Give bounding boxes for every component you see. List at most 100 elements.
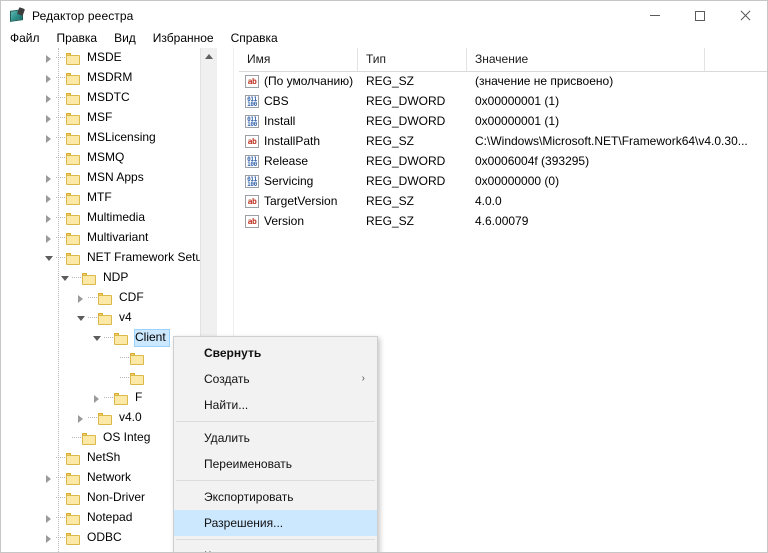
tree-item[interactable]: MSDE [1,48,217,68]
folder-icon [66,512,81,525]
tree-expand-icon[interactable] [41,528,56,548]
tree-item-label: MSN Apps [86,169,148,187]
tree-item[interactable]: MSF [1,108,217,128]
column-header-value[interactable]: Значение [467,48,705,71]
tree-item[interactable]: Multivariant [1,228,217,248]
value-row[interactable]: 011100CBSREG_DWORD0x00000001 (1) [239,91,768,111]
tree-item[interactable]: NET Framework Setup [1,248,217,268]
tree-expand-icon[interactable] [41,48,56,68]
context-menu-item[interactable]: Переименовать [174,451,377,477]
column-header-name[interactable]: Имя [239,48,358,71]
value-row[interactable]: ab(По умолчанию)REG_SZ(значение не присв… [239,71,768,91]
tree-scroll-up-button[interactable] [201,48,217,65]
tree-collapse-icon[interactable] [41,248,56,268]
tree-expand-icon[interactable] [41,108,56,128]
tree-item[interactable]: MSLicensing [1,128,217,148]
tree-expand-icon[interactable] [41,548,56,553]
context-menu-item[interactable]: Разрешения... [174,510,377,536]
folder-icon [66,232,81,245]
context-menu-item[interactable]: Удалить [174,425,377,451]
tree-connector [88,297,97,299]
value-row[interactable]: abInstallPathREG_SZC:\Windows\Microsoft.… [239,131,768,151]
folder-icon [66,132,81,145]
tree-item[interactable]: MSN Apps [1,168,217,188]
value-name: InstallPath [264,134,320,148]
tree-expand-icon[interactable] [41,228,56,248]
values-list: ab(По умолчанию)REG_SZ(значение не присв… [239,71,768,231]
tree-item[interactable]: Multimedia [1,208,217,228]
maximize-icon [695,11,705,21]
tree-expand-icon[interactable] [41,168,56,188]
value-data-cell: 0x0006004f (393295) [467,154,767,168]
tree-connector [120,377,129,379]
tree-expand-icon[interactable] [73,288,88,308]
tree-item[interactable]: MTF [1,188,217,208]
close-button[interactable] [722,1,767,30]
maximize-button[interactable] [677,1,722,30]
menu-item-view[interactable]: Вид [114,29,144,47]
menu-item-edit[interactable]: Правка [57,29,106,47]
title-bar: Редактор реестра [1,1,767,30]
tree-expand-icon[interactable] [41,68,56,88]
value-name-cell: 011100Release [239,154,358,168]
menu-item-file[interactable]: Файл [10,29,48,47]
tree-item-label: NET Framework Setup [86,249,213,267]
value-data-cell: C:\Windows\Microsoft.NET\Framework64\v4.… [467,134,767,148]
context-menu-item[interactable]: Найти... [174,392,377,418]
dword-value-icon: 011100 [245,115,259,128]
folder-icon [98,312,113,325]
tree-connector [88,417,97,419]
tree-expand-icon[interactable] [41,128,56,148]
value-row[interactable]: 011100ServicingREG_DWORD0x00000000 (0) [239,171,768,191]
tree-expand-icon[interactable] [41,188,56,208]
context-menu-item-label: Свернуть [204,346,261,360]
tree-expand-icon[interactable] [41,508,56,528]
minimize-button[interactable] [632,1,677,30]
folder-icon [82,432,97,445]
value-row[interactable]: abTargetVersionREG_SZ4.0.0 [239,191,768,211]
context-menu-item[interactable]: Свернуть [174,340,377,366]
tree-item[interactable]: CDF [1,288,217,308]
tree-expand-icon[interactable] [41,208,56,228]
value-row[interactable]: 011100ReleaseREG_DWORD0x0006004f (393295… [239,151,768,171]
column-header-type[interactable]: Тип [358,48,467,71]
value-row[interactable]: 011100InstallREG_DWORD0x00000001 (1) [239,111,768,131]
tree-collapse-icon[interactable] [89,328,104,348]
context-menu-item[interactable]: Экспортировать [174,484,377,510]
tree-item[interactable]: MSMQ [1,148,217,168]
folder-icon [114,392,129,405]
tree-collapse-icon[interactable] [57,268,72,288]
value-data-cell: 0x00000001 (1) [467,114,767,128]
tree-collapse-icon[interactable] [73,308,88,328]
tree-expand-icon[interactable] [73,408,88,428]
menu-item-help[interactable]: Справка [231,29,286,47]
tree-item[interactable]: NDP [1,268,217,288]
tree-expand-icon[interactable] [41,88,56,108]
tree-scroll-thumb[interactable] [201,65,217,185]
value-data-cell: 0x00000001 (1) [467,94,767,108]
tree-item[interactable]: MSDRM [1,68,217,88]
dword-value-icon: 011100 [245,95,259,108]
menu-bar: Файл Правка Вид Избранное Справка [1,27,767,48]
tree-expand-icon[interactable] [41,468,56,488]
tree-expand-icon[interactable] [89,388,104,408]
context-menu-item-label: Переименовать [204,457,292,471]
context-menu-item-label: Найти... [204,398,248,412]
context-menu-item[interactable]: Копировать имя раздела [174,543,377,553]
context-menu-item[interactable]: Создать› [174,366,377,392]
tree-item-label [150,357,155,360]
folder-icon [66,152,81,165]
folder-icon [66,112,81,125]
string-value-icon: ab [245,195,259,208]
tree-item[interactable]: v4 [1,308,217,328]
dword-value-icon: 011100 [245,175,259,188]
value-row[interactable]: abVersionREG_SZ4.6.00079 [239,211,768,231]
tree-item-label: CDF [118,289,148,307]
folder-icon [98,292,113,305]
tree-item[interactable]: MSDTC [1,88,217,108]
tree-guide-line [58,48,59,553]
folder-icon [66,472,81,485]
tree-item-label: Multivariant [86,229,152,247]
menu-item-favorites[interactable]: Избранное [153,29,222,47]
folder-icon [66,192,81,205]
